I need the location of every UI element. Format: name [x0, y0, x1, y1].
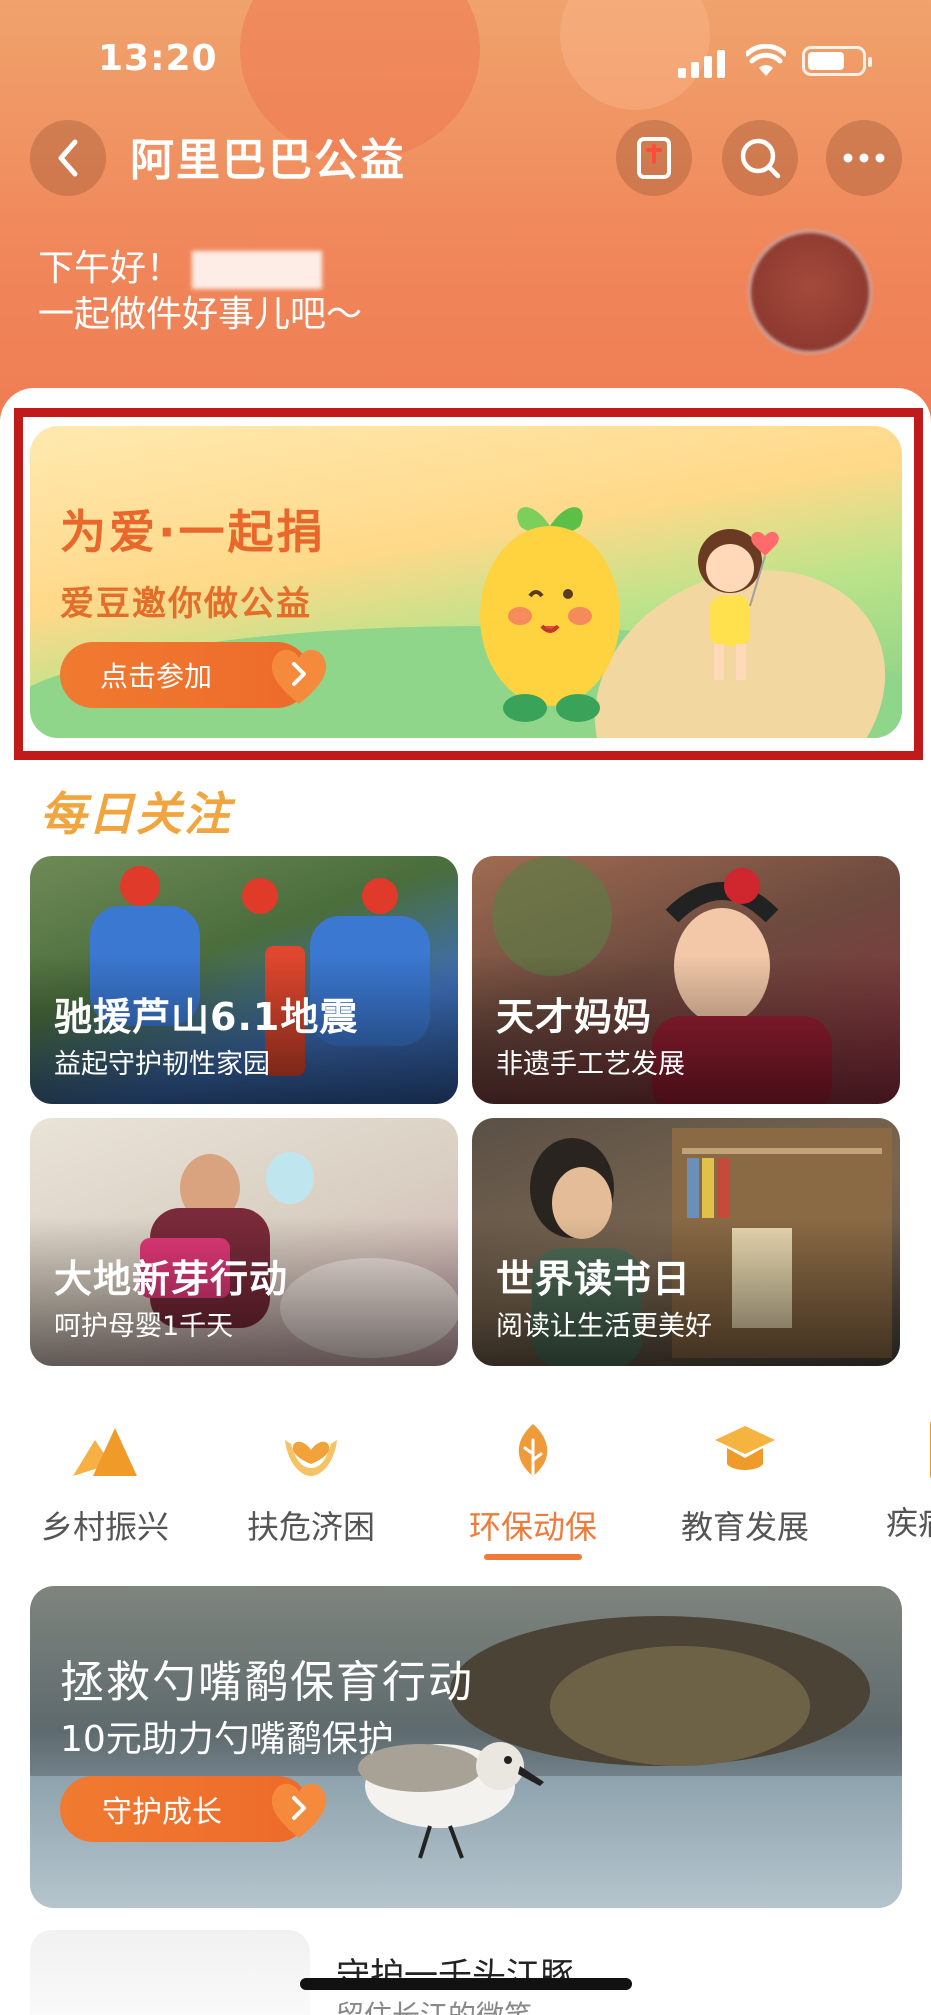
card-title: 天才妈妈: [496, 995, 653, 1039]
active-tab-indicator: [484, 1554, 582, 1560]
list-item-thumbnail: [30, 1930, 310, 2015]
search-icon: [740, 138, 781, 179]
card-subtitle: 益起守护韧性家园: [54, 1049, 270, 1080]
daily-focus-title: 每日关注: [40, 787, 232, 841]
category-tab[interactable]: 教育发展: [660, 1420, 830, 1548]
home-indicator[interactable]: [300, 1978, 632, 1990]
list-item[interactable]: 守护一千头江豚 留住长江的微笑: [30, 1930, 902, 2015]
card-subtitle: 阅读让生活更美好: [496, 1311, 712, 1342]
category-label: 疾病: [886, 1504, 931, 1542]
mascot-illustration: [480, 507, 620, 722]
heart-arrow-icon: [271, 1783, 327, 1838]
more-button[interactable]: [826, 120, 902, 196]
focus-card[interactable]: 天才妈妈 非遗手工艺发展: [472, 856, 900, 1104]
wifi-icon: [746, 44, 786, 76]
project-banner[interactable]: 拯救勺嘴鹬保育行动 10元助力勺嘴鹬保护 守护成长: [30, 1586, 902, 1908]
redacted-username: [192, 251, 323, 289]
page-title: 阿里巴巴公益: [130, 135, 406, 186]
list-item-subtitle: 留住长江的微笑: [336, 1994, 532, 2015]
category-label: 环保动保: [468, 1508, 597, 1546]
category-label: 乡村振兴: [40, 1508, 169, 1546]
status-bar: 13:20: [0, 0, 931, 120]
card-subtitle: 非遗手工艺发展: [496, 1049, 685, 1080]
card-title: 驰援芦山6.1地震: [54, 995, 359, 1039]
focus-card[interactable]: 驰援芦山6.1地震 益起守护韧性家园: [30, 856, 458, 1104]
focus-card[interactable]: 大地新芽行动 呵护母婴1千天: [30, 1118, 458, 1366]
category-tab-active[interactable]: 环保动保: [448, 1420, 618, 1548]
project-title: 拯救勺嘴鹬保育行动: [60, 1657, 474, 1708]
bookmark-icon: [637, 137, 671, 179]
card-title: 世界读书日: [496, 1257, 692, 1301]
hero-banner[interactable]: 为爱·一起捐 爱豆邀你做公益 点击参加: [30, 426, 902, 738]
heart-hands-icon: [285, 1440, 337, 1476]
category-label: 扶危济困: [246, 1508, 375, 1546]
avatar[interactable]: [748, 230, 872, 354]
hero-subtitle: 爱豆邀你做公益: [60, 584, 312, 624]
guard-growth-button[interactable]: 守护成长: [60, 1776, 327, 1842]
card-subtitle: 呵护母婴1千天: [54, 1311, 234, 1342]
graduation-cap-icon: [715, 1426, 775, 1470]
battery-icon: [802, 46, 872, 76]
category-tab[interactable]: 乡村振兴: [20, 1420, 190, 1548]
more-dots-icon: [843, 153, 885, 163]
bookmark-button[interactable]: [616, 120, 692, 196]
cellular-signal-icon: [678, 48, 728, 78]
back-button[interactable]: [30, 120, 106, 196]
greeting-line-2: 一起做件好事儿吧～: [38, 294, 363, 335]
chevron-left-icon: [58, 139, 78, 177]
girl-illustration: [698, 529, 779, 680]
greeting-line-1: 下午好！: [38, 246, 362, 292]
focus-card[interactable]: 世界读书日 阅读让生活更美好: [472, 1118, 900, 1366]
join-button[interactable]: 点击参加: [60, 642, 327, 708]
project-subtitle: 10元助力勺嘴鹬保护: [60, 1719, 394, 1760]
category-tab[interactable]: 疾病: [876, 1420, 931, 1544]
card-title: 大地新芽行动: [54, 1257, 289, 1301]
status-time: 13:20: [98, 38, 218, 79]
category-label: 教育发展: [680, 1508, 809, 1546]
heart-arrow-icon: [271, 649, 327, 704]
mountain-icon: [73, 1428, 137, 1476]
hero-title: 为爱·一起捐: [60, 505, 326, 559]
leaf-icon: [518, 1424, 548, 1476]
greeting: 下午好！ 一起做件好事儿吧～: [38, 246, 362, 338]
search-button[interactable]: [722, 120, 798, 196]
category-tab[interactable]: 扶危济困: [226, 1420, 396, 1548]
